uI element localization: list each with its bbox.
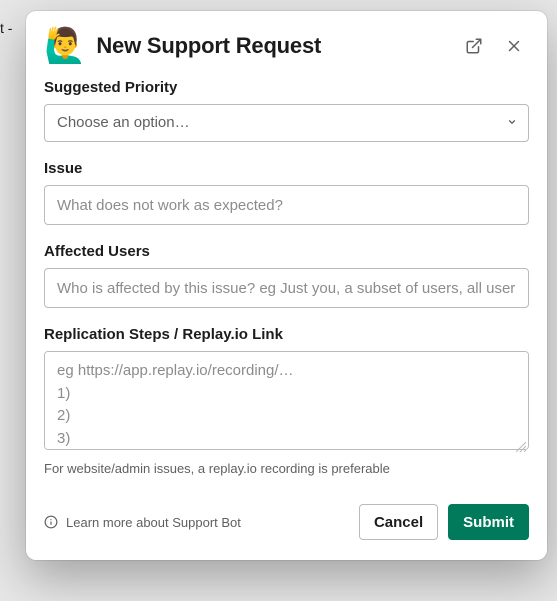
priority-select-wrap: Choose an option… [44,104,529,142]
close-button[interactable] [499,31,529,61]
replication-field: Replication Steps / Replay.io Link For w… [44,326,529,476]
issue-label: Issue [44,160,529,177]
info-icon [44,515,58,529]
priority-field: Suggested Priority Choose an option… [44,79,529,142]
affected-users-input[interactable] [44,268,529,308]
issue-input[interactable] [44,185,529,225]
replication-label: Replication Steps / Replay.io Link [44,326,529,343]
raising-hand-emoji: 🙋‍♂️ [44,29,86,63]
external-link-icon [465,37,483,55]
affected-users-field: Affected Users [44,243,529,308]
issue-field: Issue [44,160,529,225]
cancel-button[interactable]: Cancel [359,504,438,540]
modal-title: New Support Request [96,33,459,59]
modal-body: Suggested Priority Choose an option… Iss… [26,71,547,492]
replication-helper-text: For website/admin issues, a replay.io re… [44,461,529,476]
priority-label: Suggested Priority [44,79,529,96]
learn-more-link[interactable]: Learn more about Support Bot [44,515,349,530]
header-actions [459,31,529,61]
support-request-modal: 🙋‍♂️ New Support Request Suggested Prior… [26,11,547,560]
replication-textarea[interactable] [44,351,529,450]
learn-more-text: Learn more about Support Bot [66,515,241,530]
modal-header: 🙋‍♂️ New Support Request [26,11,547,71]
submit-button[interactable]: Submit [448,504,529,540]
priority-select[interactable]: Choose an option… [44,104,529,142]
modal-footer: Learn more about Support Bot Cancel Subm… [26,492,547,560]
affected-users-label: Affected Users [44,243,529,260]
popout-button[interactable] [459,31,489,61]
close-icon [505,37,523,55]
